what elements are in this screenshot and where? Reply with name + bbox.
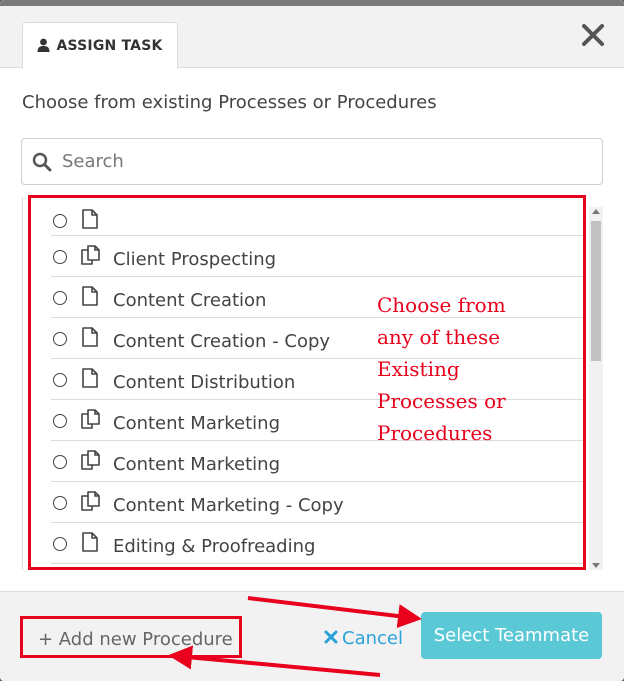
list-item[interactable]: Content Marketing - Copy (51, 482, 585, 523)
annotation-line: any of these (377, 325, 501, 349)
item-radio[interactable] (53, 455, 67, 469)
annotation-line: Choose from (377, 293, 506, 317)
search-input[interactable] (62, 139, 592, 184)
item-label: Content Marketing - Copy (113, 495, 344, 516)
user-icon (37, 37, 50, 56)
list-item[interactable]: Client Prospecting (51, 236, 585, 277)
document-icon (81, 209, 99, 233)
copy-icon (81, 450, 101, 474)
item-radio[interactable] (53, 291, 67, 305)
annotation-line: Processes or (377, 389, 506, 413)
copy-icon (81, 491, 101, 515)
item-radio[interactable] (53, 332, 67, 346)
tab-assign-task[interactable]: ASSIGN TASK (22, 22, 178, 69)
cancel-button[interactable]: Cancel (324, 628, 403, 649)
list-item[interactable]: Editing & Proofreading (51, 523, 585, 564)
scrollbar[interactable] (589, 207, 603, 570)
item-label: Content Marketing (113, 413, 281, 434)
item-label: Content Marketing (113, 454, 281, 475)
document-icon (81, 286, 99, 310)
item-radio[interactable] (53, 537, 67, 551)
annotation-line: Procedures (377, 421, 493, 445)
search-box (21, 138, 603, 185)
item-label: Content Creation - Copy (113, 331, 331, 352)
item-radio[interactable] (53, 214, 67, 228)
item-radio[interactable] (53, 250, 67, 264)
cancel-label: Cancel (342, 628, 403, 649)
copy-icon (81, 409, 101, 433)
item-label: Content Distribution (113, 372, 296, 393)
scroll-down-icon[interactable] (592, 563, 600, 568)
document-icon (81, 327, 99, 351)
close-icon (324, 628, 338, 649)
item-radio[interactable] (53, 414, 67, 428)
annotation-line: Existing (377, 357, 460, 381)
item-radio[interactable] (53, 496, 67, 510)
item-label: Client Prospecting (113, 249, 277, 270)
select-teammate-button[interactable]: Select Teammate (421, 612, 602, 659)
search-icon (32, 152, 52, 176)
close-icon[interactable] (580, 22, 606, 48)
item-label: Editing & Proofreading (113, 536, 316, 557)
list-item[interactable] (51, 197, 585, 236)
scroll-thumb[interactable] (591, 221, 601, 361)
copy-icon (81, 245, 101, 269)
item-radio[interactable] (53, 373, 67, 387)
document-icon (81, 532, 99, 556)
modal-header: ASSIGN TASK (0, 0, 624, 69)
scroll-up-icon[interactable] (592, 209, 600, 214)
instruction-text: Choose from existing Processes or Proced… (22, 92, 437, 113)
tab-label: ASSIGN TASK (56, 38, 163, 54)
modal-footer: + Add new Procedure Cancel Select Teamma… (0, 591, 624, 681)
document-icon (81, 368, 99, 392)
annotation-text: Choose from any of these Existing Processes… (377, 289, 567, 449)
assign-task-modal: ASSIGN TASK Choose from existing Process… (0, 0, 624, 681)
item-label: Content Creation (113, 290, 267, 311)
top-strip (0, 0, 624, 6)
add-new-procedure-link[interactable]: + Add new Procedure (38, 629, 233, 650)
